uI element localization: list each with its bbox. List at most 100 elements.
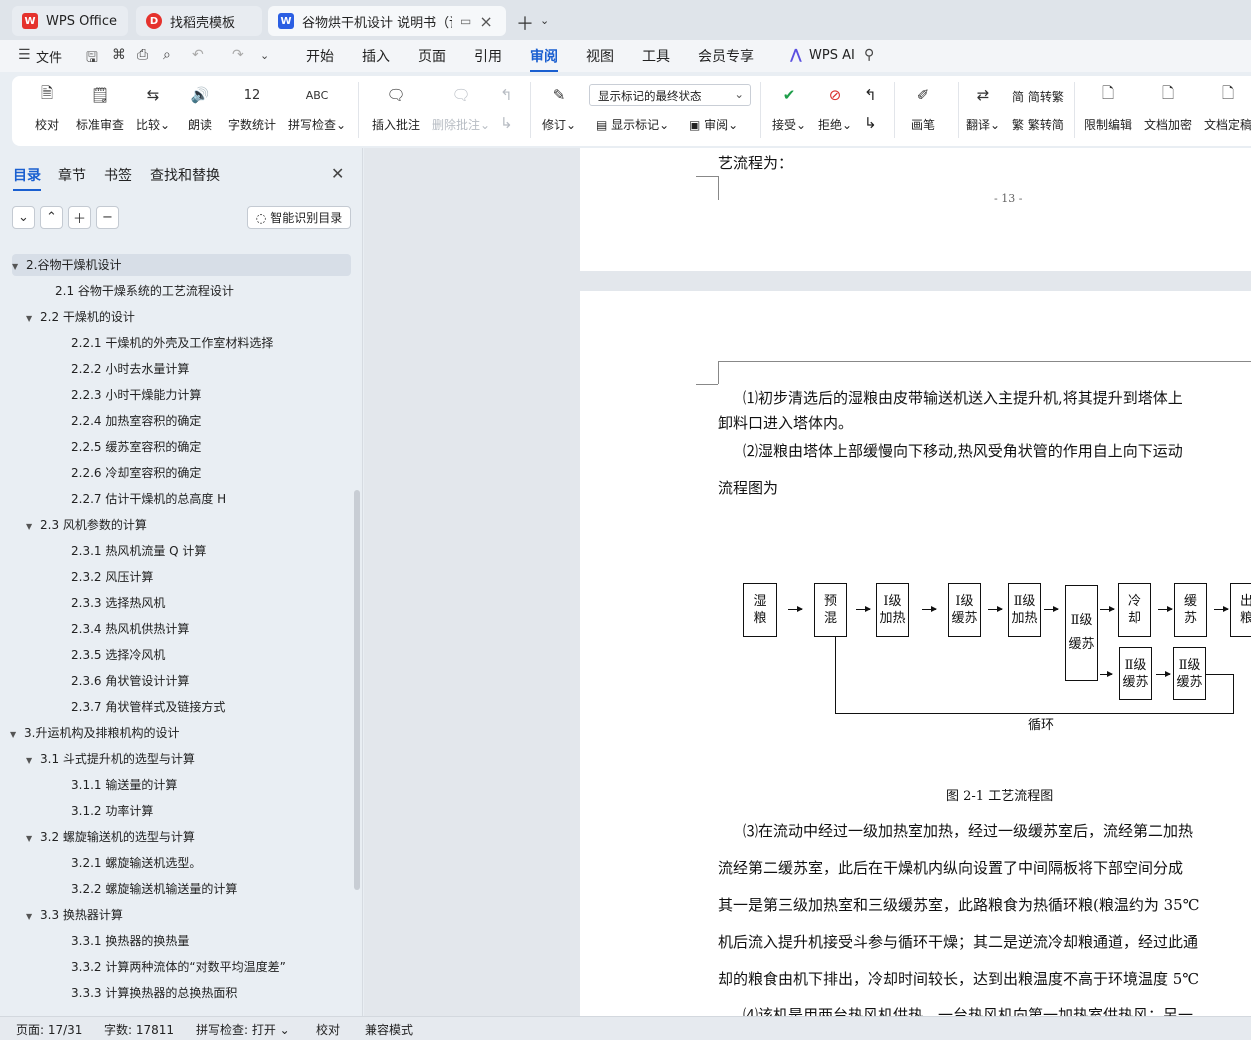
nav-tab-chapters[interactable]: 章节 (58, 165, 86, 185)
nav-tab-toc[interactable]: 目录 (13, 165, 41, 191)
close-icon[interactable]: ✕ (331, 164, 344, 183)
toc-item[interactable]: 2.2.2 小时去水量计算 (71, 358, 189, 380)
standard-review-button[interactable]: 🗒 标准审查 (76, 82, 124, 133)
remove-heading-button[interactable]: − (96, 206, 119, 229)
menu-file[interactable]: 文件 (36, 47, 62, 66)
encrypt-doc-button[interactable]: 🗋 文档加密 (1144, 82, 1192, 133)
toc-item[interactable]: 2.2.4 加热室容积的确定 (71, 410, 201, 432)
scrollbar[interactable] (354, 490, 360, 890)
to-traditional-button[interactable]: 简 简转繁 (1012, 88, 1064, 105)
menu-view[interactable]: 视图 (586, 46, 614, 66)
menu-tools[interactable]: 工具 (642, 46, 670, 66)
markup-state-select[interactable]: 显示标记的最终状态 ⌄ (589, 84, 751, 106)
spell-check-button[interactable]: ABC 拼写检查⌄ (288, 82, 346, 133)
toc-item[interactable]: ▼ 3.3 换热器计算 (26, 904, 123, 926)
nav-tab-find-replace[interactable]: 查找和替换 (150, 165, 220, 185)
spell-check-toggle[interactable]: 拼写检查: 打开 ⌄ (196, 1021, 290, 1038)
wps-ai-icon[interactable]: ⋀ (790, 47, 802, 63)
expand-triangle-icon[interactable]: ▼ (26, 516, 40, 538)
pen-button[interactable]: ✐ 画笔 (910, 82, 936, 133)
next-comment-icon[interactable]: ↳ (500, 114, 513, 132)
tab-document[interactable]: W 谷物烘干机设计 说明书（论文 ▭ × (268, 6, 506, 36)
toc-item[interactable]: 2.2.3 小时干燥能力计算 (71, 384, 201, 406)
tab-docer-templates[interactable]: D 找稻壳模板 (136, 6, 262, 36)
reject-button[interactable]: ⊘ 拒绝⌄ (818, 82, 852, 133)
accept-button[interactable]: ✔ 接受⌄ (772, 82, 806, 133)
toc-item[interactable]: 3.3.2 计算两种流体的“对数平均温度差” (71, 956, 286, 978)
expand-triangle-icon[interactable]: ▼ (26, 750, 40, 772)
toc-item[interactable]: 2.1 谷物干燥系统的工艺流程设计 (55, 280, 234, 302)
save-icon[interactable]: 🖫 (86, 47, 98, 71)
toc-item[interactable]: ▼ 2.谷物干燥机设计 (12, 254, 351, 276)
translate-button[interactable]: ⇄ 翻译⌄ (966, 82, 1000, 133)
toc-item[interactable]: ▼ 2.3 风机参数的计算 (26, 514, 147, 536)
menu-home[interactable]: 开始 (306, 46, 334, 66)
menu-wps-ai[interactable]: WPS AI (809, 48, 855, 63)
review-pane-button[interactable]: ▣ 审阅⌄ (689, 116, 738, 133)
expand-triangle-icon[interactable]: ▼ (10, 724, 24, 746)
delete-comment-button[interactable]: 🗨 删除批注⌄ (432, 82, 490, 133)
close-tab-icon[interactable]: × (479, 12, 492, 31)
previous-comment-icon[interactable]: ↰ (500, 86, 513, 104)
word-count-button[interactable]: 12 字数统计 (228, 82, 276, 133)
menu-member[interactable]: 会员专享 (698, 46, 754, 66)
toc-item[interactable]: 3.3.1 换热器的换热量 (71, 930, 189, 952)
proofread-button[interactable]: 🗎 校对 (34, 82, 60, 133)
toc-item[interactable]: 3.2.2 螺旋输送机输送量的计算 (71, 878, 237, 900)
toc-item[interactable]: 2.3.5 选择冷风机 (71, 644, 165, 666)
search-icon[interactable]: ⚲ (864, 47, 874, 63)
toc-item[interactable]: 2.3.3 选择热风机 (71, 592, 165, 614)
track-changes-button[interactable]: ✎ 修订⌄ (542, 82, 576, 133)
add-heading-button[interactable]: ＋ (68, 206, 91, 229)
expand-triangle-icon[interactable]: ▼ (26, 308, 40, 330)
expand-all-button[interactable]: ⌄ (12, 206, 35, 229)
toc-item[interactable]: 2.2.7 估计干燥机的总高度 H (71, 488, 226, 510)
toc-item[interactable]: 3.2.1 螺旋输送机选型。 (71, 852, 201, 874)
redo-icon[interactable]: ↷ (232, 47, 244, 63)
toc-item[interactable]: ▼ 3.升运机构及排粮机构的设计 (10, 722, 179, 744)
page-indicator[interactable]: 页面: 17/31 (16, 1021, 82, 1038)
restrict-edit-button[interactable]: 🗋 限制编辑 (1084, 82, 1132, 133)
undo-icon[interactable]: ↶ (192, 47, 204, 63)
share-icon[interactable]: ⌘ (112, 47, 126, 63)
print-icon[interactable]: ⎙ (137, 47, 148, 63)
toc-item[interactable]: 2.3.6 角状管设计计算 (71, 670, 189, 692)
insert-comment-button[interactable]: 🗨 插入批注 (372, 82, 420, 133)
more-icon[interactable]: ⌄ (260, 49, 269, 62)
menu-page[interactable]: 页面 (418, 46, 446, 66)
next-change-icon[interactable]: ↳ (864, 114, 877, 132)
monitor-icon[interactable]: ▭ (460, 14, 471, 28)
tab-wps-office[interactable]: W WPS Office (12, 6, 128, 36)
toc-item[interactable]: 2.2.6 冷却室容积的确定 (71, 462, 201, 484)
hamburger-icon[interactable]: ☰ (18, 47, 31, 63)
word-count-indicator[interactable]: 字数: 17811 (104, 1021, 174, 1038)
toc-item[interactable]: 2.2.1 干燥机的外壳及工作室材料选择 (71, 332, 273, 354)
previous-change-icon[interactable]: ↰ (864, 86, 877, 104)
toc-item[interactable]: ▼ 3.2 螺旋输送机的选型与计算 (26, 826, 195, 848)
page-current[interactable]: ⑴初步清选后的湿粮由皮带输送机送入主提升机,将其提升到塔体上 卸料口进入塔体内。… (580, 291, 1251, 1016)
smart-toc-button[interactable]: ◌ 智能识别目录 (247, 206, 351, 229)
toc-item[interactable]: ▼ 2.2 干燥机的设计 (26, 306, 135, 328)
expand-triangle-icon[interactable]: ▼ (12, 256, 26, 278)
menu-insert[interactable]: 插入 (362, 46, 390, 66)
menu-review[interactable]: 审阅 (530, 46, 558, 72)
toc-item[interactable]: 2.3.1 热风机流量 Q 计算 (71, 540, 206, 562)
toc-item[interactable]: 3.3.3 计算换热器的总换热面积 (71, 982, 237, 1004)
toc-item[interactable]: 2.3.4 热风机供热计算 (71, 618, 189, 640)
finalize-doc-button[interactable]: 🗋 文档定稿 (1204, 82, 1251, 133)
compare-button[interactable]: ⇆ 比较⌄ (136, 82, 170, 133)
expand-triangle-icon[interactable]: ▼ (26, 828, 40, 850)
collapse-all-button[interactable]: ⌃ (40, 206, 63, 229)
new-tab-icon[interactable]: ＋ (516, 10, 534, 36)
print-preview-icon[interactable]: ⌕ (163, 47, 171, 63)
toc-item[interactable]: 3.1.2 功率计算 (71, 800, 153, 822)
show-markup-button[interactable]: ▤ 显示标记⌄ (596, 116, 669, 133)
nav-tab-bookmarks[interactable]: 书签 (104, 165, 132, 185)
to-simplified-button[interactable]: 繁 繁转简 (1012, 116, 1064, 133)
toc-item[interactable]: 2.2.5 缓苏室容积的确定 (71, 436, 201, 458)
toc-item[interactable]: ▼ 3.1 斗式提升机的选型与计算 (26, 748, 195, 770)
toc-item[interactable]: 2.3.2 风压计算 (71, 566, 153, 588)
toc-item[interactable]: 2.3.7 角状管样式及链接方式 (71, 696, 225, 718)
expand-triangle-icon[interactable]: ▼ (26, 906, 40, 928)
chevron-down-icon[interactable]: ⌄ (540, 14, 549, 27)
